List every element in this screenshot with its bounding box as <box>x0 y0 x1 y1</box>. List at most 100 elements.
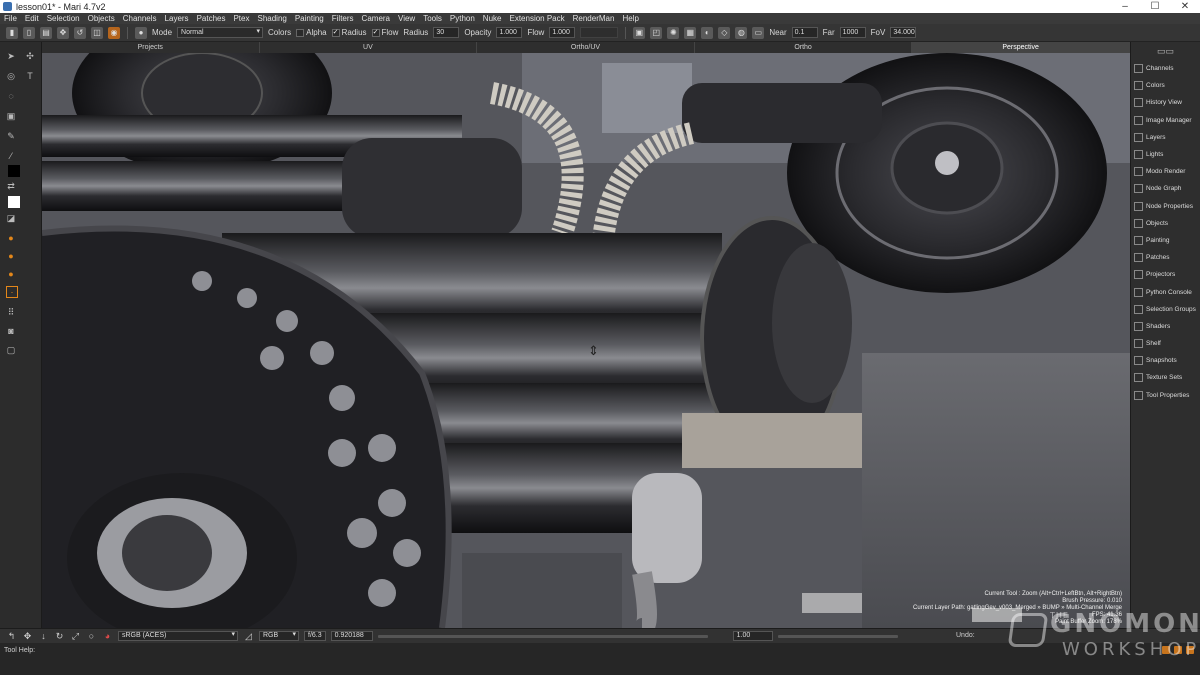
menu-python[interactable]: Python <box>450 13 475 24</box>
fill-icon[interactable]: ● <box>5 232 17 244</box>
palette-colors[interactable]: Colors <box>1131 77 1200 94</box>
camera-icon[interactable]: ▣ <box>633 26 646 39</box>
lighting-icon[interactable]: ✺ <box>667 26 680 39</box>
menu-objects[interactable]: Objects <box>88 13 115 24</box>
palette-texture-sets[interactable]: Texture Sets <box>1131 369 1200 386</box>
palette-node-graph[interactable]: Node Graph <box>1131 180 1200 197</box>
menu-selection[interactable]: Selection <box>47 13 80 24</box>
menu-view[interactable]: View <box>398 13 415 24</box>
menu-shading[interactable]: Shading <box>257 13 286 24</box>
alpha-checkbox[interactable]: Alpha <box>296 28 327 37</box>
select-icon[interactable]: ➤ <box>5 50 17 62</box>
flow-checkbox[interactable]: ✓ Flow <box>371 28 398 37</box>
clone-icon[interactable]: ⠿ <box>5 306 17 318</box>
palette-node-properties[interactable]: Node Properties <box>1131 198 1200 215</box>
blur-icon[interactable]: ● <box>5 250 17 262</box>
history-icon[interactable]: ↺ <box>74 26 86 39</box>
menu-file[interactable]: File <box>4 13 17 24</box>
snapshot-icon[interactable]: ◫ <box>91 26 103 39</box>
palette-history-view[interactable]: History View <box>1131 94 1200 111</box>
fstop-field[interactable]: f/6.3 <box>304 631 326 641</box>
lasso-icon[interactable]: ◌ <box>5 90 17 102</box>
menu-extension-pack[interactable]: Extension Pack <box>509 13 564 24</box>
open-icon[interactable]: ▯ <box>23 26 35 39</box>
menu-edit[interactable]: Edit <box>25 13 39 24</box>
palette-tool-properties[interactable]: Tool Properties <box>1131 387 1200 404</box>
flow-input[interactable]: 1.000 <box>549 27 576 38</box>
paint-brush-icon[interactable]: ✎ <box>5 130 17 142</box>
new-project-icon[interactable]: ▮ <box>6 26 18 39</box>
palette-shelf[interactable]: Shelf <box>1131 335 1200 352</box>
near-input[interactable]: 0.1 <box>791 27 818 38</box>
menu-filters[interactable]: Filters <box>332 13 354 24</box>
channel-dropdown[interactable]: RGB <box>259 631 299 641</box>
palette-layers[interactable]: Layers <box>1131 129 1200 146</box>
view-icon[interactable]: ▭ <box>752 26 765 39</box>
menu-layers[interactable]: Layers <box>165 13 189 24</box>
menu-help[interactable]: Help <box>622 13 638 24</box>
menu-renderman[interactable]: RenderMan <box>573 13 615 24</box>
palette-toggle-icon[interactable]: ▭▭ <box>1131 42 1200 60</box>
gain-slider[interactable] <box>777 634 898 638</box>
histogram-icon[interactable]: ◿ <box>243 631 254 642</box>
palette-modo-render[interactable]: Modo Render <box>1131 163 1200 180</box>
sphere-icon[interactable]: ◍ <box>735 26 748 39</box>
target-icon[interactable]: ◎ <box>5 70 17 82</box>
default-colors-icon[interactable]: ◪ <box>5 212 17 224</box>
rotate-icon[interactable]: ↻ <box>54 631 65 642</box>
palette-objects[interactable]: Objects <box>1131 215 1200 232</box>
tab-ortho-uv[interactable]: Ortho/UV <box>477 42 695 53</box>
menu-painting[interactable]: Painting <box>295 13 324 24</box>
stamp-icon[interactable]: ◙ <box>5 325 17 337</box>
paint-mode-icon[interactable]: ◉ <box>108 26 120 39</box>
palette-channels[interactable]: Channels <box>1131 60 1200 77</box>
transform-icon[interactable]: ✣ <box>24 50 36 62</box>
menu-patches[interactable]: Patches <box>197 13 226 24</box>
palette-snapshots[interactable]: Snapshots <box>1131 352 1200 369</box>
opacity-input[interactable]: 1.000 <box>496 27 523 38</box>
wireframe-icon[interactable]: ◇ <box>718 26 731 39</box>
menu-tools[interactable]: Tools <box>423 13 442 24</box>
smudge-icon[interactable]: ● <box>5 268 17 280</box>
tab-uv[interactable]: UV <box>260 42 478 53</box>
tab-projects[interactable]: Projects <box>42 42 260 53</box>
exposure-slider[interactable] <box>377 634 708 638</box>
palette-lights[interactable]: Lights <box>1131 146 1200 163</box>
grid-icon[interactable]: ▦ <box>684 26 697 39</box>
minimize-button[interactable]: – <box>1110 0 1140 13</box>
brush-icon[interactable]: ● <box>135 26 147 39</box>
far-input[interactable]: 1000 <box>839 27 866 38</box>
radius-input[interactable]: 30 <box>433 27 460 38</box>
arrow-down-icon[interactable]: ↓ <box>38 631 49 642</box>
tab-ortho[interactable]: Ortho <box>695 42 913 53</box>
fov-input[interactable]: 34.000 <box>890 27 917 38</box>
close-button[interactable]: ✕ <box>1170 0 1200 13</box>
background-color-swatch[interactable] <box>8 196 20 208</box>
sticky-icon[interactable]: ▢ <box>5 344 17 356</box>
perspective-viewport[interactable]: ⇕ Current Tool : Zoom (Alt+Ctrl+LeftBtn,… <box>42 53 1130 628</box>
circle-icon[interactable]: ○ <box>86 631 97 642</box>
eyedropper-icon[interactable]: ⁄ <box>5 150 17 162</box>
radius-checkbox[interactable]: ✓ Radius <box>331 28 367 37</box>
palette-image-manager[interactable]: Image Manager <box>1131 112 1200 129</box>
palette-shaders[interactable]: Shaders <box>1131 318 1200 335</box>
frame-icon[interactable]: ◰ <box>650 26 663 39</box>
menu-nuke[interactable]: Nuke <box>483 13 502 24</box>
menu-ptex[interactable]: Ptex <box>233 13 249 24</box>
scale-icon[interactable]: ⤢ <box>70 631 81 642</box>
save-icon[interactable]: ▤ <box>40 26 52 39</box>
menu-channels[interactable]: Channels <box>123 13 157 24</box>
palette-patches[interactable]: Patches <box>1131 249 1200 266</box>
mode-dropdown[interactable]: Normal <box>177 27 264 38</box>
move-icon[interactable]: ✥ <box>22 631 33 642</box>
shading-icon[interactable]: ◐ <box>701 26 714 39</box>
text-icon[interactable]: T <box>24 70 36 82</box>
palette-projectors[interactable]: Projectors <box>1131 266 1200 283</box>
colorspace-dropdown[interactable]: sRGB (ACES) <box>118 631 238 641</box>
projection-icon[interactable]: · <box>6 286 18 298</box>
palette-python-console[interactable]: Python Console <box>1131 283 1200 300</box>
undo-arrow-icon[interactable]: ↰ <box>6 631 17 642</box>
maximize-button[interactable]: ☐ <box>1140 0 1170 13</box>
color-wheel-icon[interactable]: ◕ <box>102 631 113 642</box>
marquee-icon[interactable]: ▣ <box>5 110 17 122</box>
